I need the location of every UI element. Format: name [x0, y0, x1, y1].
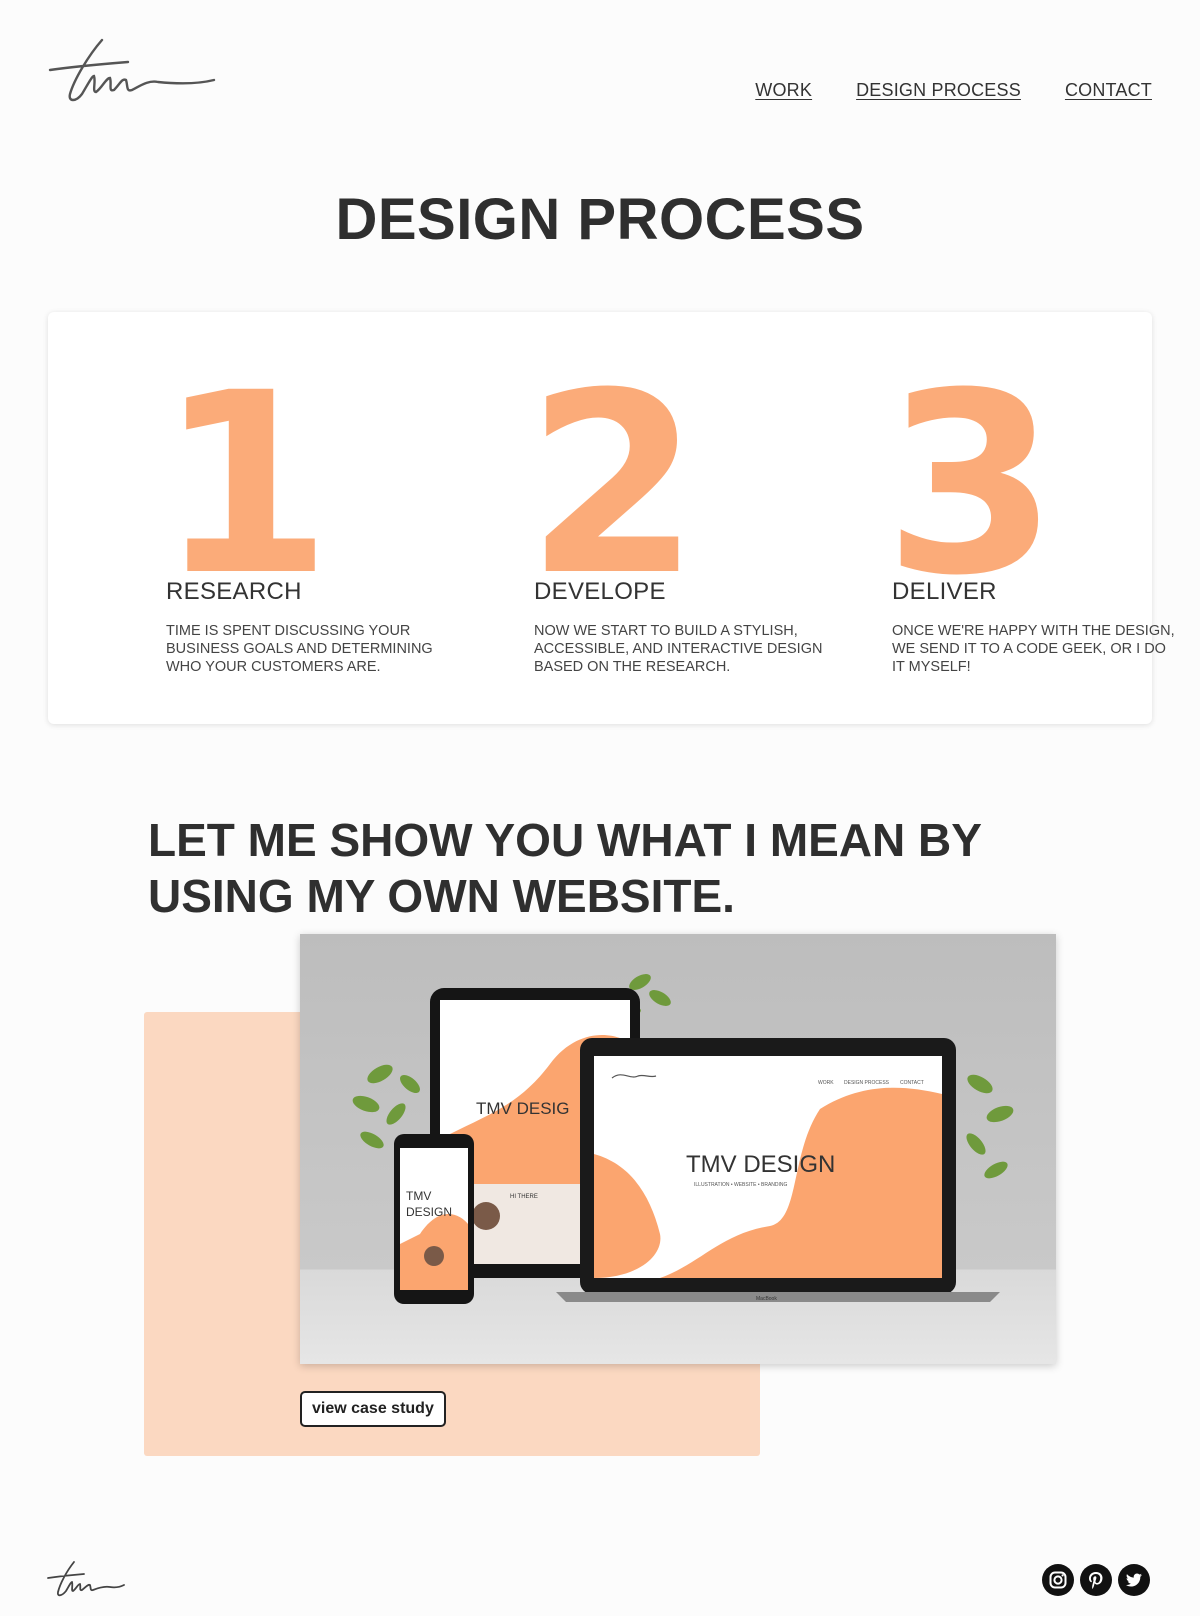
laptop-nav-design-process: DESIGN PROCESS: [844, 1080, 890, 1086]
laptop-brand: MacBook: [756, 1296, 777, 1302]
step-title: RESEARCH: [166, 578, 302, 605]
nav-work-link[interactable]: WORK: [755, 80, 812, 101]
step-deliver: 3 DELIVER ONCE WE'RE HAPPY WITH THE DESI…: [884, 312, 1192, 724]
step-research: 1 RESEARCH TIME IS SPENT DISCUSSING YOUR…: [158, 312, 466, 724]
showcase-heading: LET ME SHOW YOU WHAT I MEAN BY USING MY …: [148, 814, 982, 922]
social-links: [1042, 1564, 1150, 1596]
phone-title-line2: DESIGN: [406, 1205, 452, 1219]
phone-title-line1: TMV: [406, 1189, 431, 1203]
page-title: DESIGN PROCESS: [335, 187, 865, 252]
step-title: DELIVER: [892, 578, 997, 605]
main-nav: WORK DESIGN PROCESS CONTACT: [755, 80, 1152, 101]
step-number: 1: [158, 339, 332, 630]
step-number: 3: [884, 339, 1058, 630]
nav-contact-link[interactable]: CONTACT: [1065, 80, 1152, 101]
step-description: ONCE WE'RE HAPPY WITH THE DESIGN, WE SEN…: [892, 623, 1175, 675]
nav-design-process-link[interactable]: DESIGN PROCESS: [856, 80, 1021, 101]
step-description: TIME IS SPENT DISCUSSING YOUR BUSINESS G…: [166, 623, 433, 675]
laptop-nav-work: WORK: [818, 1080, 834, 1086]
twitter-icon[interactable]: [1118, 1564, 1150, 1596]
footer-signature-logo[interactable]: [46, 1560, 126, 1600]
tablet-greeting: HI THERE: [510, 1194, 538, 1200]
process-card: 1 RESEARCH TIME IS SPENT DISCUSSING YOUR…: [48, 312, 1175, 724]
view-case-study-button[interactable]: view case study: [300, 1391, 446, 1427]
signature-logo[interactable]: [48, 36, 218, 108]
laptop-base: [556, 1292, 1000, 1302]
laptop-subtitle: ILLUSTRATION • WEBSITE • BRANDING: [694, 1182, 788, 1188]
step-number: 2: [526, 339, 700, 630]
pinterest-icon[interactable]: [1080, 1564, 1112, 1596]
step-develope: 2 DEVELOPE NOW WE START TO BUILD A STYLI…: [526, 312, 834, 724]
step-title: DEVELOPE: [534, 578, 666, 605]
laptop-title: TMV DESIGN: [686, 1151, 835, 1178]
device-mockup-image: TMV DESIG HI THERE TMV DESIGN TMV DESIGN…: [300, 934, 1056, 1364]
instagram-icon[interactable]: [1042, 1564, 1074, 1596]
mockup-illustration: TMV DESIG HI THERE TMV DESIGN TMV DESIGN…: [352, 974, 1014, 1304]
step-description: NOW WE START TO BUILD A STYLISH, ACCESSI…: [534, 623, 823, 675]
tablet-title: TMV DESIG: [476, 1099, 570, 1118]
laptop-nav-contact: CONTACT: [900, 1080, 924, 1086]
header: WORK DESIGN PROCESS CONTACT: [0, 0, 1200, 140]
